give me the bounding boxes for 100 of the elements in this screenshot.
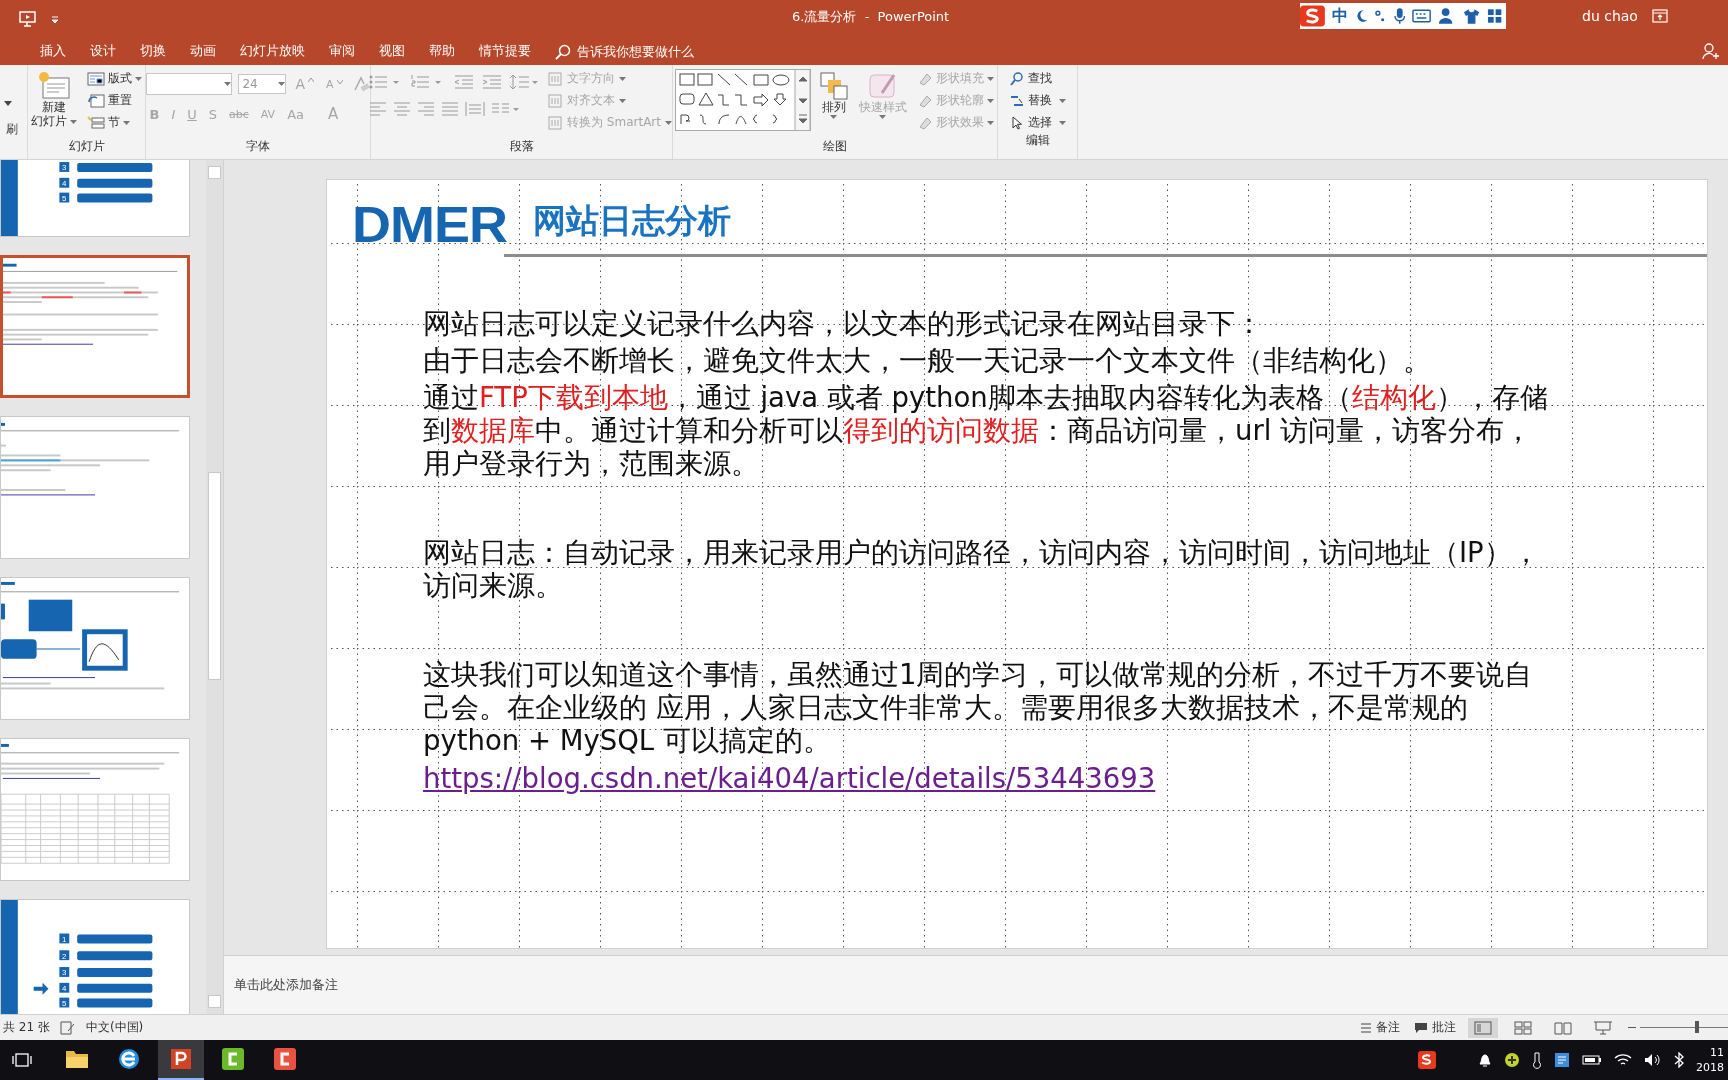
clock-date[interactable]: 2018: [1696, 1060, 1724, 1076]
reset-button[interactable]: 重置: [85, 91, 144, 110]
network-card-icon[interactable]: [1554, 1052, 1570, 1068]
brush-icon: [867, 71, 898, 101]
slideshow-icon[interactable]: [18, 10, 38, 28]
comment-icon: [1414, 1021, 1428, 1034]
new-slide-icon: [37, 71, 71, 101]
paragraph: 通过FTP下载到本地，通过 java 或者 python脚本去抽取内容转化为表格（结构化），存储到数据库中。通过计算和分析可以得到的访问数据：商品访问量，url 访问量，访客分布，用户登录行为，范围来源。: [423, 381, 1549, 480]
text-box-icon: [547, 114, 563, 131]
wifi-icon[interactable]: [1614, 1053, 1632, 1067]
slide-count: 共 21 张: [3, 1019, 50, 1036]
task-view-icon[interactable]: [12, 1052, 32, 1068]
ribbon-tab[interactable]: 切换: [128, 39, 178, 64]
folder-icon: [65, 1048, 89, 1070]
user-name[interactable]: du chao: [1582, 8, 1638, 24]
ribbon-tab[interactable]: 情节提要: [467, 39, 543, 64]
caret-icon: [135, 76, 142, 81]
battery-icon[interactable]: [1582, 1054, 1602, 1066]
text-box-icon: [547, 92, 563, 109]
logo: DMER: [352, 200, 507, 250]
slide-thumbnail[interactable]: [0, 416, 190, 559]
grid-icon[interactable]: [1486, 8, 1502, 24]
arrange-button[interactable]: 排列: [816, 69, 851, 120]
share-icon[interactable]: [1702, 42, 1720, 60]
presentation-app-icon: [169, 1047, 193, 1071]
slide-title: 网站日志分析: [533, 200, 731, 242]
editing-command[interactable]: 替换: [1007, 91, 1068, 110]
ribbon-tab[interactable]: 视图: [367, 39, 417, 64]
group-label: 绘图: [823, 138, 847, 155]
font-size-field[interactable]: 24: [238, 74, 287, 94]
editing-command[interactable]: 选择: [1007, 113, 1068, 132]
zoom-slider[interactable]: [1628, 1019, 1728, 1036]
comments-button[interactable]: 批注: [1412, 1018, 1458, 1037]
speaker-icon[interactable]: [1644, 1053, 1662, 1067]
sogou-tray-icon[interactable]: [1418, 1051, 1436, 1069]
ribbon-tab[interactable]: 幻灯片放映: [228, 39, 317, 64]
text-box-icon: [547, 70, 563, 87]
caret-icon: [278, 82, 286, 86]
slide-thumbnail[interactable]: [0, 255, 190, 398]
caret-icon: [123, 120, 130, 125]
caret-icon[interactable]: [4, 101, 12, 106]
plus-circle-icon[interactable]: [1504, 1052, 1520, 1068]
layout-button[interactable]: 版式: [85, 69, 144, 88]
taskbar-app[interactable]: [158, 1040, 204, 1080]
slide-thumbnail[interactable]: [0, 738, 190, 881]
punctuation-icon[interactable]: [1375, 9, 1387, 23]
paragraph: 网站日志：自动记录，用来记录用户的访问路径，访问内容，访问时间，访问地址（IP），访问来源。: [423, 536, 1541, 602]
input-mode-label[interactable]: 中: [1331, 5, 1348, 27]
editor-app-icon: [273, 1047, 297, 1071]
notes-button[interactable]: 备注: [1358, 1018, 1402, 1037]
bluetooth-icon[interactable]: [1674, 1052, 1684, 1068]
shirt-icon[interactable]: [1462, 8, 1480, 24]
arrange-icon: [818, 71, 849, 101]
caret-icon: [619, 98, 626, 103]
notes-field[interactable]: 单击此处添加备注: [224, 955, 1728, 1014]
tell-me-field[interactable]: 告诉我你想要做什么: [555, 43, 737, 60]
layout-icon: [87, 71, 105, 86]
browser-icon: [117, 1047, 141, 1071]
thermometer-icon[interactable]: [1532, 1051, 1542, 1069]
caret-icon: [879, 114, 886, 119]
caret-icon: [1058, 98, 1066, 103]
font-name-field[interactable]: [146, 73, 233, 95]
up-caret-icon: [308, 78, 315, 82]
ribbon-tab[interactable]: 设计: [78, 39, 128, 64]
ribbon-display-icon[interactable]: [1652, 9, 1668, 23]
shape-gallery[interactable]: [674, 69, 811, 131]
ribbon-tab[interactable]: 审阅: [317, 39, 367, 64]
clock-time[interactable]: 11: [1710, 1044, 1724, 1060]
link[interactable]: https://blog.csdn.net/kai404/article/details/53443693: [423, 761, 1156, 797]
zoom-thumb[interactable]: [1694, 1021, 1699, 1033]
caret-icon: [986, 120, 994, 125]
group-label: 编辑: [1025, 132, 1050, 149]
moon-icon[interactable]: [1354, 8, 1369, 24]
bell-icon[interactable]: [1478, 1052, 1492, 1068]
language-label[interactable]: 中文(中国): [85, 1019, 144, 1036]
scrollbar[interactable]: [206, 160, 223, 1014]
caret-icon: [986, 98, 994, 103]
format-painter-label[interactable]: 刷: [6, 121, 18, 138]
recorder-app-icon: [221, 1047, 245, 1071]
normal-view-icon[interactable]: [1468, 1017, 1498, 1038]
ribbon-tab[interactable]: 插入: [28, 39, 78, 64]
microphone-icon[interactable]: [1393, 7, 1406, 25]
sogou-icon[interactable]: [1300, 5, 1325, 27]
customize-icon[interactable]: [50, 14, 60, 24]
caret-icon: [665, 120, 672, 125]
paragraph: 由于日志会不断增长，避免文件太大，一般一天记录一个文本文件（非结构化）。: [423, 344, 1432, 377]
search-icon: [555, 43, 571, 60]
group-label: 段落: [509, 138, 534, 155]
ribbon-tab[interactable]: 帮助: [417, 39, 467, 64]
editing-command[interactable]: 查找: [1007, 69, 1068, 88]
line-spacing-icon[interactable]: [509, 73, 539, 91]
window-title: 6.流量分析 - PowerPoint: [792, 8, 950, 26]
replace-icon: [1009, 93, 1026, 108]
ribbon-tab[interactable]: 动画: [178, 39, 228, 64]
slide-thumbnail[interactable]: [0, 577, 190, 720]
notes-check-icon[interactable]: [59, 1020, 76, 1035]
keyboard-icon[interactable]: [1412, 9, 1432, 23]
reset-icon: [87, 93, 105, 108]
section-button[interactable]: 节: [85, 113, 144, 132]
new-slide-button[interactable]: 新建 幻灯片: [29, 69, 79, 130]
